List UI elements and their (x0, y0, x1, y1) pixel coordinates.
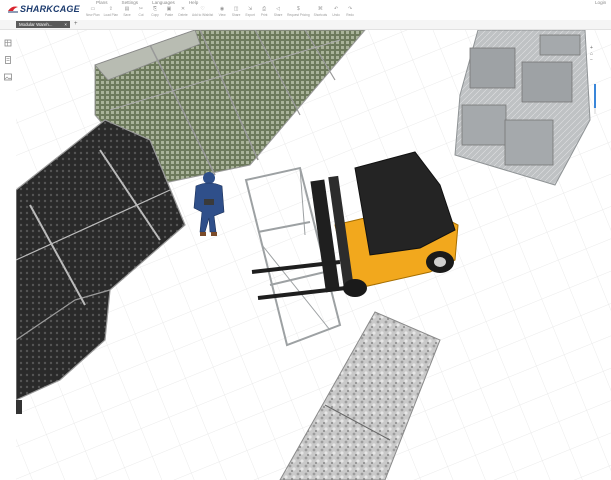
view-icon: ◉ (219, 6, 225, 12)
menu-settings[interactable]: Settings (122, 0, 139, 5)
brand-name: SHARKCAGE (20, 4, 80, 14)
tool-label: Redo (346, 13, 354, 17)
paste-icon: ▣ (166, 6, 172, 12)
cut-button[interactable]: ✂ Cut (136, 6, 146, 18)
zoom-slider-level (594, 84, 596, 108)
share-arrow-button[interactable]: ◁ Share (273, 6, 283, 18)
tool-label: Share (273, 13, 283, 17)
tool-label: Print (260, 13, 268, 17)
tool-label: Undo (332, 13, 340, 17)
request-pricing-button[interactable]: $ Request Pricing (287, 6, 310, 18)
undo-button[interactable]: ↶ Undo (331, 6, 341, 18)
print-icon: ⎙ (262, 6, 267, 12)
main-menu: Plans Settings Languages Help (96, 0, 198, 5)
add-tab-button[interactable]: + (74, 21, 78, 28)
tool-label: View (218, 13, 226, 17)
tool-label: Cut (138, 13, 144, 17)
brand-logo[interactable]: SHARKCAGE (8, 3, 80, 15)
left-sidebar (0, 30, 16, 480)
image-icon[interactable] (4, 73, 12, 81)
copy-button[interactable]: ⎘ Copy (150, 6, 160, 18)
new-plan-button[interactable]: ▭ New Plan (86, 6, 100, 18)
save-button[interactable]: ▤ Save (122, 6, 132, 18)
menu-plans[interactable]: Plans (96, 0, 108, 5)
app-window: SHARKCAGE Plans Settings Languages Help … (0, 0, 611, 480)
shark-logo-icon (8, 6, 18, 13)
tool-label: Delete (178, 13, 188, 17)
3d-viewport[interactable] (16, 30, 611, 480)
plan-tab-strip: Modular Wareh... × + (0, 20, 611, 30)
tool-label: New Plan (86, 13, 100, 17)
tab-modular-warehouse[interactable]: Modular Wareh... × (16, 21, 70, 28)
request-pricing-icon: $ (296, 6, 300, 12)
copy-icon: ⎘ (153, 6, 158, 12)
redo-button[interactable]: ↷ Redo (345, 6, 355, 18)
export-icon: ⇲ (248, 6, 253, 12)
tool-label: Save (123, 13, 131, 17)
export-button[interactable]: ⇲ Export (245, 6, 255, 18)
delete-icon: ✕ (180, 6, 186, 12)
menu-help[interactable]: Help (189, 0, 198, 5)
tool-label: Load Plan (103, 13, 119, 17)
menu-languages[interactable]: Languages (152, 0, 175, 5)
toolbar: ▭ New Plan ⇪ Load Plan ▤ Save ✂ Cut ⎘ Copy ▣ Paste ✕… (86, 7, 359, 20)
new-plan-icon: ▭ (90, 6, 96, 12)
cut-icon: ✂ (138, 6, 144, 12)
share-arrow-icon: ◁ (276, 6, 281, 12)
shortcuts-button[interactable]: ⌘ Shortcuts (313, 6, 328, 18)
share-icon: ◫ (233, 6, 239, 12)
warehouse-scene[interactable] (16, 30, 611, 480)
load-plan-icon: ⇪ (108, 6, 113, 12)
catalog-icon[interactable] (4, 56, 12, 64)
tool-label: Request Pricing (287, 13, 310, 17)
layers-icon[interactable] (4, 39, 12, 47)
tab-label: Modular Wareh... (19, 22, 53, 27)
tool-label: Add to Wishlist (192, 13, 214, 17)
tool-label: Share (231, 13, 241, 17)
top-bar: SHARKCAGE Plans Settings Languages Help … (0, 0, 611, 21)
redo-icon: ↷ (347, 6, 353, 12)
load-plan-button[interactable]: ⇪ Load Plan (103, 6, 119, 18)
shortcuts-icon: ⌘ (317, 6, 323, 12)
undo-icon: ↶ (333, 6, 339, 12)
login-link[interactable]: Login (595, 0, 606, 5)
wishlist-button[interactable]: ♡ Add to Wishlist (192, 6, 214, 18)
tool-label: Copy (151, 13, 159, 17)
tool-label: Shortcuts (313, 13, 328, 17)
tab-close-icon[interactable]: × (64, 22, 67, 27)
delete-button[interactable]: ✕ Delete (178, 6, 188, 18)
zoom-out-button[interactable]: − (588, 57, 595, 63)
tool-label: Export (245, 13, 255, 17)
share-button[interactable]: ◫ Share (231, 6, 241, 18)
view-button[interactable]: ◉ View (217, 6, 227, 18)
save-icon: ▤ (124, 6, 130, 12)
paste-button[interactable]: ▣ Paste (164, 6, 174, 18)
print-button[interactable]: ⎙ Print (259, 6, 269, 18)
wishlist-icon: ♡ (200, 6, 205, 12)
view-nav: + ⌂ − (588, 45, 598, 63)
tool-label: Paste (164, 13, 174, 17)
